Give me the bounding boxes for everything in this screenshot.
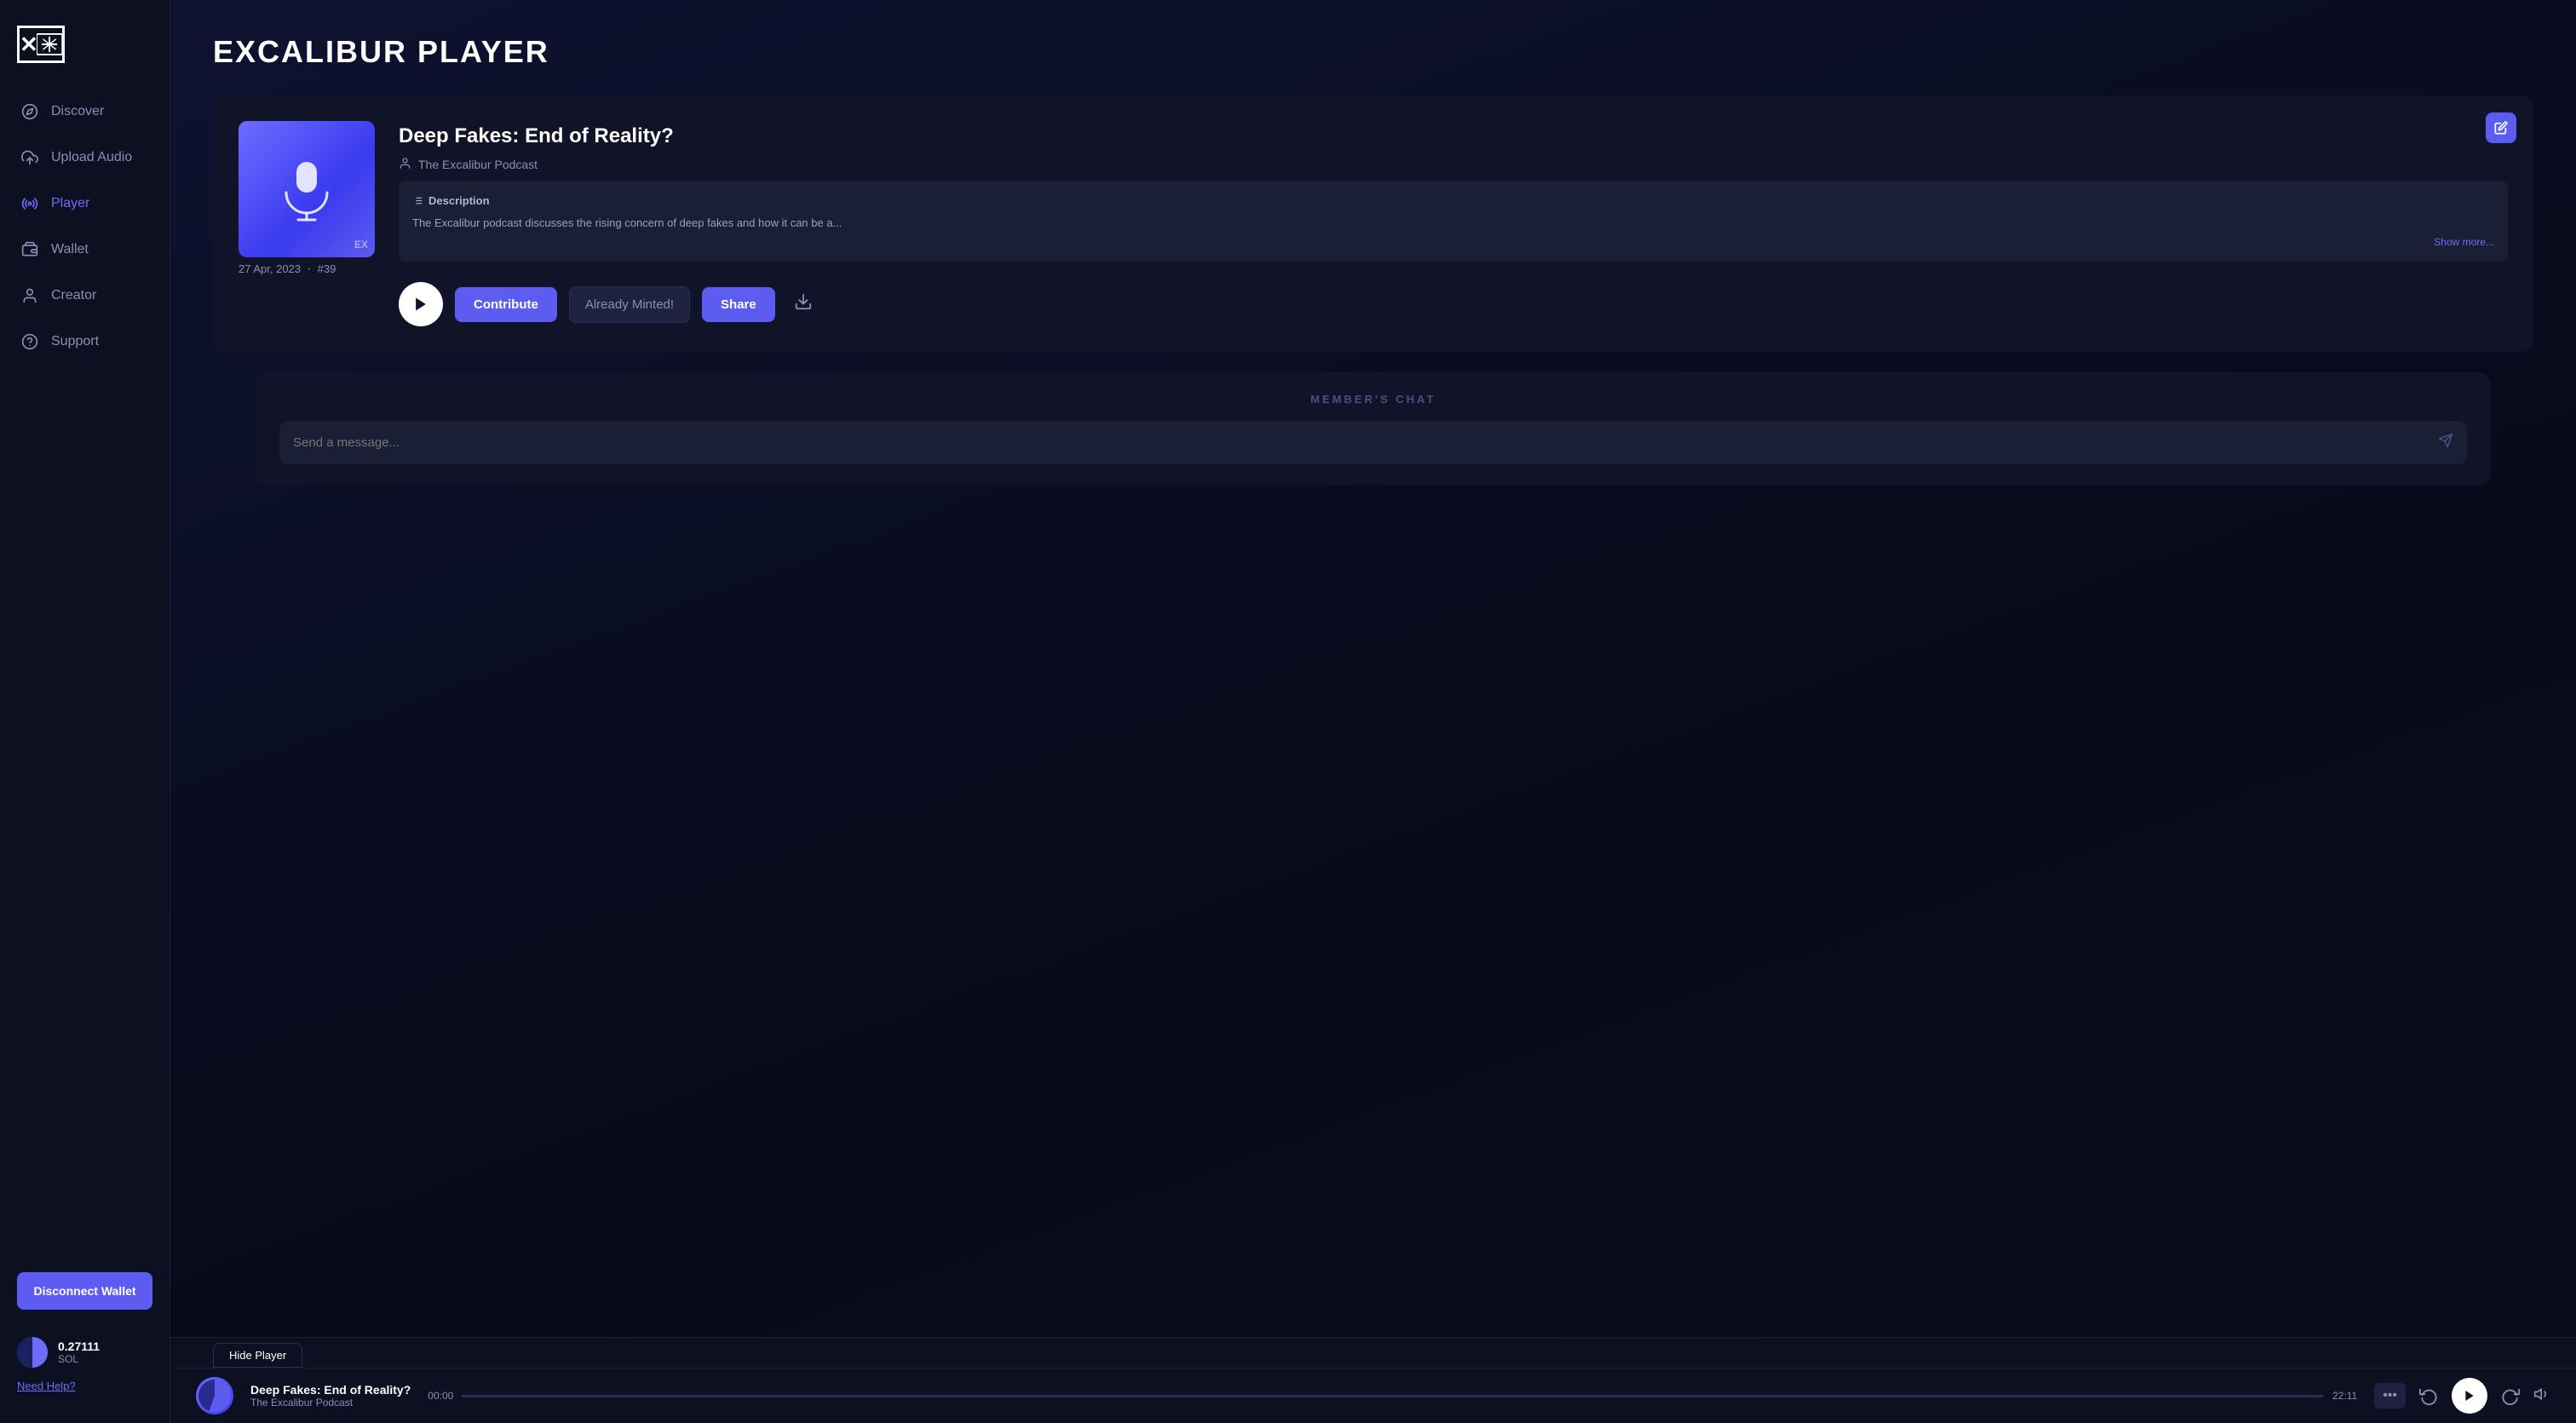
logo-icon (17, 26, 65, 63)
hide-player-button[interactable]: Hide Player (213, 1343, 302, 1368)
album-art-logo-text: EX (354, 239, 368, 251)
sidebar-item-player[interactable]: Player (0, 181, 170, 227)
sidebar-item-wallet[interactable]: Wallet (0, 227, 170, 273)
podcast-name: The Excalibur Podcast (418, 158, 538, 171)
play-button[interactable] (399, 282, 443, 326)
edit-button[interactable] (2486, 112, 2516, 143)
sidebar-item-support[interactable]: Support (0, 319, 170, 365)
description-label: Description (428, 193, 490, 210)
user-icon (20, 286, 39, 305)
sidebar-item-discover-label: Discover (51, 104, 104, 119)
volume-button[interactable] (2533, 1386, 2550, 1407)
sidebar-item-upload-audio-label: Upload Audio (51, 150, 132, 165)
rewind-button[interactable] (2419, 1386, 2438, 1405)
timeline-track[interactable] (462, 1395, 2324, 1397)
sidebar-item-upload-audio[interactable]: Upload Audio (0, 135, 170, 181)
wallet-info: 0.27111 SOL (0, 1323, 170, 1374)
bottom-player: Hide Player Deep Fakes: End of Reality? … (170, 1337, 2576, 1423)
bottom-thumbnail (196, 1377, 233, 1414)
microphone-icon (273, 155, 341, 223)
avatar-graphic (17, 1337, 48, 1368)
wallet-icon (20, 240, 39, 259)
contribute-button[interactable]: Contribute (455, 287, 557, 322)
download-button[interactable] (787, 285, 819, 323)
album-art: EX (239, 121, 375, 257)
radio-icon (20, 194, 39, 213)
upload-icon (20, 148, 39, 167)
already-minted-button[interactable]: Already Minted! (569, 286, 690, 323)
help-circle-icon (20, 332, 39, 351)
track-title: Deep Fakes: End of Reality? (399, 124, 2508, 148)
player-card: EX 27 Apr, 2023 ● #39 Deep Fakes: End of… (213, 95, 2533, 352)
sidebar-item-creator-label: Creator (51, 288, 96, 303)
more-options-button[interactable]: ••• (2374, 1383, 2406, 1409)
chat-input-row (279, 421, 2467, 464)
compass-icon (20, 102, 39, 121)
description-text: The Excalibur podcast discusses the risi… (412, 215, 2494, 232)
need-help-link[interactable]: Need Help? (0, 1374, 170, 1406)
description-icon (412, 195, 423, 206)
chat-section: MEMBER'S CHAT (256, 372, 2491, 485)
disconnect-wallet-button[interactable]: Disconnect Wallet (17, 1272, 152, 1310)
current-time: 00:00 (428, 1390, 453, 1402)
wallet-avatar (17, 1337, 48, 1368)
wallet-balance: 0.27111 SOL (58, 1339, 100, 1365)
bottom-podcast-name: The Excalibur Podcast (250, 1397, 411, 1409)
episode-date: 27 Apr, 2023 (239, 262, 301, 275)
sidebar-item-creator[interactable]: Creator (0, 273, 170, 319)
chat-input[interactable] (293, 435, 2438, 450)
bottom-bar: Deep Fakes: End of Reality? The Excalibu… (170, 1368, 2576, 1423)
sidebar-item-support-label: Support (51, 334, 99, 349)
wallet-unit: SOL (58, 1353, 100, 1365)
show-more-link[interactable]: Show more... (412, 234, 2494, 250)
total-time: 22:11 (2332, 1390, 2357, 1402)
bottom-track-info: Deep Fakes: End of Reality? The Excalibu… (250, 1383, 411, 1409)
logo (0, 17, 170, 89)
bottom-track-title: Deep Fakes: End of Reality? (250, 1383, 411, 1397)
wallet-amount: 0.27111 (58, 1339, 100, 1353)
bottom-timeline: 00:00 22:11 (428, 1390, 2357, 1402)
podcast-info: The Excalibur Podcast (399, 157, 2508, 172)
podcast-user-icon (399, 157, 411, 172)
episode-meta: 27 Apr, 2023 ● #39 (239, 262, 375, 275)
bottom-controls: ••• (2374, 1378, 2550, 1414)
sidebar-item-wallet-label: Wallet (51, 242, 89, 257)
main-content: EXCALIBUR PLAYER EX 27 Apr, 2023 ● (170, 0, 2576, 1423)
send-icon[interactable] (2438, 433, 2453, 452)
player-controls: Contribute Already Minted! Share (399, 282, 2508, 326)
share-button[interactable]: Share (702, 287, 775, 322)
description-header: Description (412, 193, 2494, 210)
page-title: EXCALIBUR PLAYER (213, 34, 2533, 70)
chat-header: MEMBER'S CHAT (279, 393, 2467, 406)
bottom-thumb-graphic (198, 1380, 231, 1412)
episode-number: #39 (318, 262, 336, 275)
sidebar-item-discover[interactable]: Discover (0, 89, 170, 135)
forward-button[interactable] (2501, 1386, 2520, 1405)
bottom-play-button[interactable] (2452, 1378, 2487, 1414)
sidebar-item-player-label: Player (51, 196, 89, 211)
nav-menu: Discover Upload Audio Player (0, 89, 170, 1259)
sidebar: Discover Upload Audio Player (0, 0, 170, 1423)
dot-separator: ● (308, 267, 311, 272)
track-info: Deep Fakes: End of Reality? The Excalibu… (399, 121, 2508, 326)
description-box: Description The Excalibur podcast discus… (399, 181, 2508, 262)
